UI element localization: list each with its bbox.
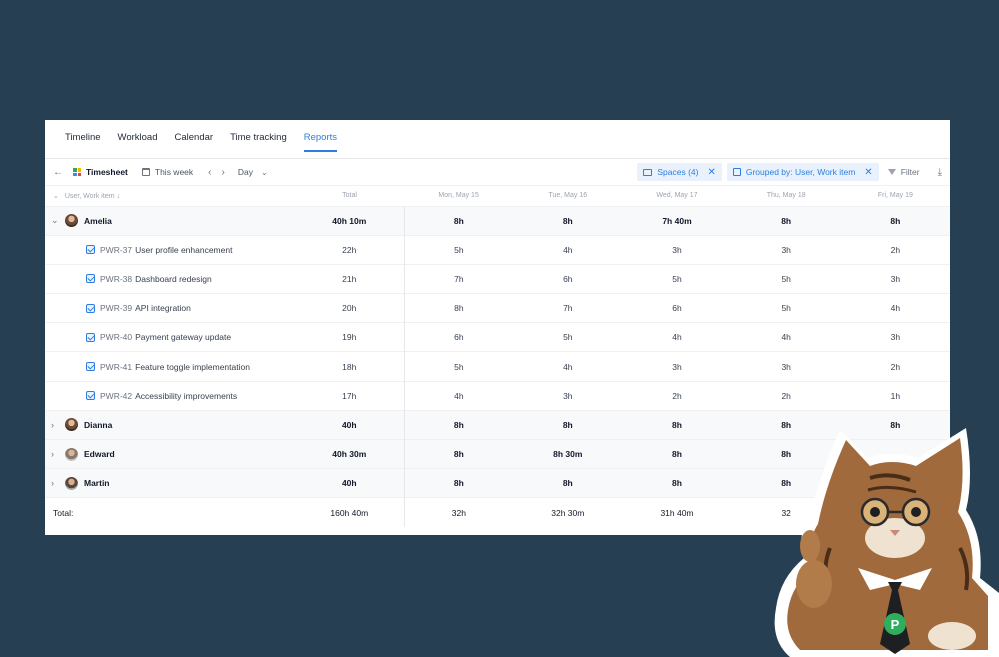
day-cell: 7h 40m — [622, 205, 732, 236]
work-item-row[interactable]: PWR-37 User profile enhancement 22h 5h 4h 3… — [45, 234, 950, 265]
tab-workload[interactable]: Workload — [118, 120, 158, 159]
day-cell: 8h — [404, 205, 514, 236]
task-checkbox-icon — [86, 332, 95, 342]
avatar — [65, 214, 78, 228]
svg-text:P: P — [891, 617, 900, 632]
chevron-down-icon: ⌄ — [260, 167, 268, 177]
spaces-chip[interactable]: Spaces (4) ✕ — [637, 163, 722, 181]
granularity-select[interactable]: Day ⌄ — [238, 167, 268, 177]
folder-icon — [643, 168, 653, 176]
task-checkbox-icon — [86, 274, 95, 284]
chevron-right-icon[interactable]: › — [45, 478, 65, 488]
filter-icon — [887, 169, 896, 175]
tab-calendar[interactable]: Calendar — [175, 120, 214, 159]
collapse-all-icon[interactable]: ⌄ — [53, 193, 59, 200]
previous-period-icon[interactable]: ‹ — [203, 167, 216, 178]
spaces-chip-label: Spaces (4) — [657, 167, 699, 177]
date-range-label: This week — [154, 167, 194, 177]
column-header-total: Total — [342, 192, 357, 200]
column-header-day: Mon, May 15 — [438, 192, 479, 200]
group-icon — [732, 168, 741, 176]
work-item-row[interactable]: PWR-42 Accessibility improvements 17h 4h 3… — [45, 380, 950, 411]
column-header-day: Wed, May 17 — [656, 192, 698, 200]
filter-button[interactable]: Filter — [887, 167, 920, 177]
task-checkbox-icon — [86, 362, 95, 372]
totals-label: Total: — [45, 497, 296, 528]
chevron-down-icon[interactable]: ⌄ — [45, 215, 65, 226]
work-item-row[interactable]: PWR-41 Feature toggle implementation 18h … — [45, 351, 950, 382]
close-icon[interactable]: ✕ — [707, 167, 715, 178]
grand-total: 160h 40m — [295, 497, 405, 528]
work-item-row[interactable]: PWR-39 API integration 20h 8h 7h 6h 5h 4h — [45, 293, 950, 323]
next-period-icon[interactable]: › — [217, 167, 230, 178]
tab-reports[interactable]: Reports — [303, 120, 338, 159]
user-total: 40h 10m — [295, 205, 405, 236]
task-checkbox-icon — [86, 303, 95, 313]
timesheet-icon — [73, 168, 81, 176]
avatar — [65, 476, 78, 490]
user-name: Martin — [84, 478, 110, 489]
chevron-right-icon[interactable]: › — [45, 420, 65, 430]
column-header-day: Tue, May 16 — [548, 192, 588, 200]
work-item-row[interactable]: PWR-40 Payment gateway update 19h 6h 5h 4h 4… — [45, 322, 950, 352]
top-tabs: Timeline Workload Calendar Time tracking… — [45, 120, 950, 159]
calendar-icon — [141, 168, 150, 176]
task-checkbox-icon — [86, 391, 95, 401]
work-item-row[interactable]: PWR-38 Dashboard redesign 21h 7h 6h 5h 5h 3h — [45, 263, 950, 294]
day-cell: 8h — [731, 205, 841, 236]
user-name: Edward — [84, 449, 115, 460]
back-arrow-icon[interactable]: ← — [53, 167, 67, 178]
column-header-day: Thu, May 18 — [766, 192, 806, 200]
table-header-row: ⌄ User, Work item ↓ Total Mon, May 15 Tue… — [45, 186, 950, 206]
cat-mascot-sticker-icon: P — [774, 428, 999, 657]
report-toolbar: ← Timesheet This week ‹ › Day ⌄ Spaces (… — [45, 159, 950, 186]
user-name: Amelia — [84, 215, 112, 226]
timesheet-title: Timesheet — [73, 167, 142, 177]
task-checkbox-icon — [86, 245, 95, 255]
close-icon[interactable]: ✕ — [864, 167, 872, 178]
tab-time-tracking[interactable]: Time tracking — [230, 120, 287, 159]
day-cell: 8h — [513, 205, 623, 236]
download-icon[interactable]: ⤓ — [938, 167, 942, 178]
date-range-picker[interactable]: This week — [141, 167, 194, 177]
tab-timeline[interactable]: Timeline — [65, 120, 101, 159]
grouped-by-chip-label: Grouped by: User, Work item — [745, 167, 856, 177]
chevron-right-icon[interactable]: › — [45, 449, 65, 459]
day-cell: 8h — [840, 205, 950, 236]
timesheet-label: Timesheet — [86, 167, 128, 177]
column-header-day: Fri, May 19 — [877, 192, 913, 200]
user-name: Dianna — [84, 419, 113, 430]
avatar — [65, 418, 78, 432]
filter-label: Filter — [900, 167, 920, 177]
grouped-by-chip[interactable]: Grouped by: User, Work item ✕ — [726, 163, 879, 181]
user-row-amelia[interactable]: ⌄ Amelia 40h 10m 8h 8h 7h 40m 8h 8h — [45, 205, 950, 236]
granularity-label: Day — [237, 167, 253, 177]
column-header-name[interactable]: ⌄ User, Work item ↓ — [45, 186, 295, 206]
avatar — [65, 447, 78, 461]
